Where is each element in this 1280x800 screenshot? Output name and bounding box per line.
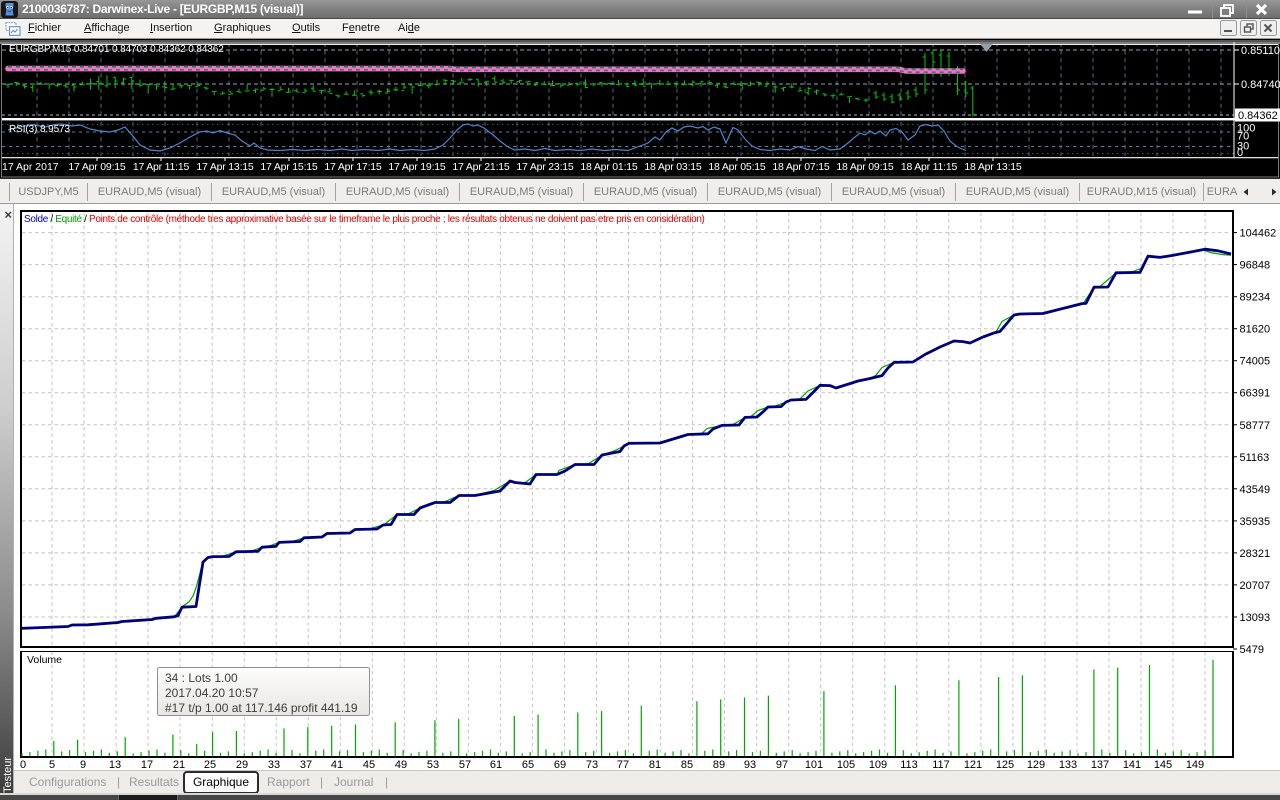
- svg-text:5479: 5479: [1240, 644, 1264, 656]
- svg-text:18 Apr 01:15: 18 Apr 01:15: [580, 161, 638, 173]
- svg-text:18 Apr 13:15: 18 Apr 13:15: [964, 161, 1022, 173]
- svg-text:Solde / Equité / Points de con: Solde / Equité / Points de contrôle (mét…: [24, 214, 705, 225]
- svg-text:0.84362: 0.84362: [1238, 110, 1278, 122]
- svg-text:17 Apr 13:15: 17 Apr 13:15: [196, 161, 254, 173]
- svg-text:0: 0: [1237, 147, 1243, 159]
- svg-text:17 Apr 15:15: 17 Apr 15:15: [260, 161, 318, 173]
- svg-text:81620: 81620: [1240, 324, 1271, 336]
- svg-text:0.84740: 0.84740: [1241, 79, 1280, 91]
- svg-text:17 Apr 17:15: 17 Apr 17:15: [324, 161, 382, 173]
- svg-text:RSI(3) 8.9573: RSI(3) 8.9573: [9, 124, 70, 135]
- svg-text:34 : Lots 1.00: 34 : Lots 1.00: [165, 671, 238, 685]
- svg-text:18 Apr 09:15: 18 Apr 09:15: [836, 161, 894, 173]
- svg-text:17 Apr 2017: 17 Apr 2017: [2, 161, 59, 173]
- svg-text:89234: 89234: [1240, 292, 1271, 304]
- svg-text:17 Apr 09:15: 17 Apr 09:15: [68, 161, 126, 173]
- svg-text:17 Apr 19:15: 17 Apr 19:15: [388, 161, 446, 173]
- svg-text:18 Apr 03:15: 18 Apr 03:15: [644, 161, 702, 173]
- svg-text:18 Apr 05:15: 18 Apr 05:15: [708, 161, 766, 173]
- svg-text:Volume: Volume: [27, 654, 62, 666]
- svg-text:17 Apr 21:15: 17 Apr 21:15: [452, 161, 510, 173]
- svg-text:51163: 51163: [1240, 452, 1270, 464]
- svg-text:2017.04.20 10:57: 2017.04.20 10:57: [165, 686, 259, 700]
- svg-text:17 Apr 11:15: 17 Apr 11:15: [133, 161, 190, 173]
- svg-text:35935: 35935: [1240, 516, 1271, 528]
- svg-text:104462: 104462: [1240, 228, 1277, 240]
- svg-text:#17 t/p 1.00 at 117.146 profit: #17 t/p 1.00 at 117.146 profit 441.19: [165, 701, 358, 715]
- svg-text:66391: 66391: [1240, 388, 1271, 400]
- svg-text:96848: 96848: [1240, 260, 1271, 272]
- svg-text:0.85110: 0.85110: [1241, 45, 1280, 57]
- svg-text:58777: 58777: [1240, 420, 1271, 432]
- svg-text:17 Apr 23:15: 17 Apr 23:15: [516, 161, 574, 173]
- svg-text:18 Apr 07:15: 18 Apr 07:15: [772, 161, 830, 173]
- svg-text:13093: 13093: [1240, 612, 1271, 624]
- svg-text:EURGBP,M15 0.84701 0.84703 0.: EURGBP,M15 0.84701 0.84703 0.84362 0.843…: [9, 44, 224, 55]
- svg-text:18 Apr 11:15: 18 Apr 11:15: [901, 161, 958, 173]
- svg-text:74005: 74005: [1240, 356, 1271, 368]
- svg-text:20707: 20707: [1240, 580, 1271, 592]
- svg-text:28321: 28321: [1240, 548, 1271, 560]
- svg-text:43549: 43549: [1240, 484, 1271, 496]
